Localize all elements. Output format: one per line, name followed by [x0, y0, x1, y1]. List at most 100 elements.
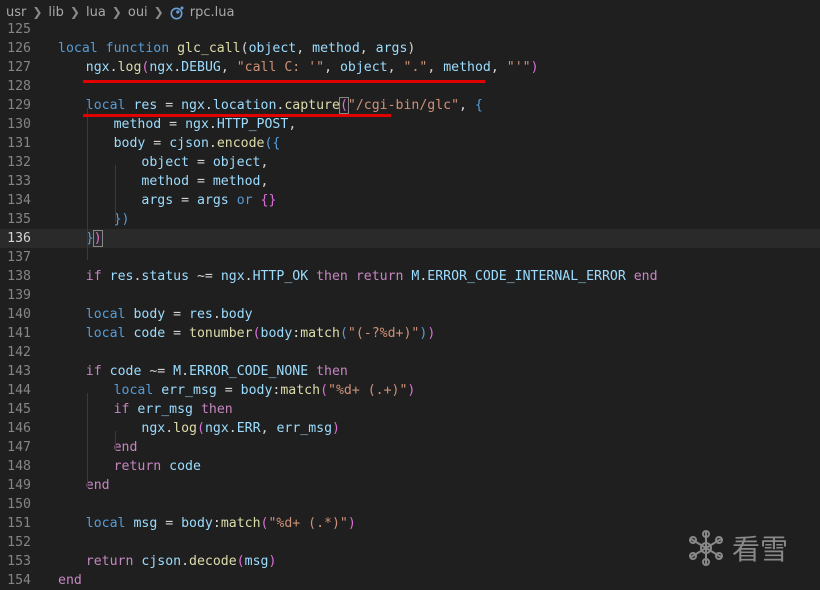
code-token: decode: [189, 554, 237, 569]
indent-guide: [115, 431, 116, 450]
code-line[interactable]: 130 method = ngx.HTTP_POST,: [0, 115, 820, 134]
code-token: (: [252, 326, 261, 341]
code-token: return: [355, 269, 412, 284]
code-line[interactable]: 135}): [0, 210, 820, 229]
code-token: object: [212, 155, 261, 170]
code-token: body: [113, 136, 146, 151]
code-line[interactable]: 150: [0, 495, 820, 514]
line-number: 137: [7, 250, 31, 265]
breadcrumb-segment-usr[interactable]: usr: [6, 5, 26, 20]
breadcrumb-segment-lib[interactable]: lib: [48, 5, 63, 20]
code-token: ,: [288, 117, 297, 132]
line-number: 153: [7, 554, 31, 569]
code-text: object = object,: [141, 153, 268, 172]
code-token: code: [169, 459, 201, 474]
code-line[interactable]: 142: [0, 343, 820, 362]
code-line[interactable]: 136}): [0, 229, 820, 248]
code-token: end: [625, 269, 658, 284]
line-number: 152: [7, 535, 31, 550]
code-token: =: [161, 117, 186, 132]
code-line[interactable]: 146 ngx.log(ngx.ERR, err_msg): [0, 419, 820, 438]
code-line[interactable]: 138 if res.status ~= ngx.HTTP_OK then ret…: [0, 267, 820, 286]
line-number: 142: [7, 345, 31, 360]
code-line[interactable]: 141 local code = tonumber(body:match("(-?…: [0, 324, 820, 343]
code-token: then: [308, 364, 348, 379]
code-token: .: [208, 117, 217, 132]
line-number: 138: [7, 269, 31, 284]
line-number: 148: [7, 459, 31, 474]
code-token: args: [375, 41, 408, 56]
code-text: if err_msg then: [114, 400, 233, 419]
code-text: end: [58, 571, 82, 590]
code-token: match: [300, 326, 340, 341]
line-number: 146: [7, 421, 31, 436]
code-line[interactable]: 147 end: [0, 438, 820, 457]
indent-guide: [87, 393, 88, 488]
code-line[interactable]: 134 args = args or {}: [0, 191, 820, 210]
code-token: ERR: [236, 421, 261, 436]
line-number: 147: [7, 440, 31, 455]
code-token: .: [244, 269, 253, 284]
code-token: ~=: [189, 269, 221, 284]
code-token: (: [338, 97, 349, 114]
code-line[interactable]: 143 if code ~= M.ERROR_CODE_NONE then: [0, 362, 820, 381]
code-token: .: [212, 307, 221, 322]
code-line[interactable]: 144 local err_msg = body:match("%d+ (.+)"…: [0, 381, 820, 400]
code-token: or: [236, 193, 253, 208]
code-line[interactable]: 140 local body = res.body: [0, 305, 820, 324]
code-token: ngx: [141, 421, 166, 436]
code-line[interactable]: 145 if err_msg then: [0, 400, 820, 419]
code-token: res: [133, 98, 158, 113]
code-line[interactable]: 131 body = cjson.encode({: [0, 134, 820, 153]
code-line[interactable]: 148 return code: [0, 457, 820, 476]
code-token: args: [196, 193, 229, 208]
code-token: return: [113, 459, 170, 474]
code-line[interactable]: 137: [0, 248, 820, 267]
code-token: =: [157, 516, 182, 531]
lua-file-icon: [170, 6, 184, 20]
breadcrumb-segment-lua[interactable]: lua: [86, 5, 106, 20]
line-number: 149: [7, 478, 31, 493]
code-text: end: [114, 438, 138, 457]
code-token: encode: [216, 136, 265, 151]
code-token: ,: [427, 60, 444, 75]
code-token: (: [236, 554, 245, 569]
code-token: object: [248, 41, 297, 56]
code-token: end: [58, 573, 82, 588]
code-token: .: [181, 364, 190, 379]
code-line[interactable]: 149 end: [0, 476, 820, 495]
code-line[interactable]: 132 object = object,: [0, 153, 820, 172]
code-line[interactable]: 127 ngx.log(ngx.DEBUG, "call C: '", objec…: [0, 58, 820, 77]
code-token: HTTP_OK: [252, 269, 309, 284]
code-token: code: [109, 364, 142, 379]
code-text: local msg = body:match("%d+ (.*)"): [86, 514, 356, 533]
code-token: (: [197, 421, 205, 436]
code-token: =: [165, 307, 190, 322]
code-token: msg: [133, 516, 158, 531]
code-line[interactable]: 133 method = method,: [0, 172, 820, 191]
code-line[interactable]: 125: [0, 20, 820, 39]
code-token: ERROR_CODE_INTERNAL_ERROR: [427, 269, 626, 284]
code-token: ,: [220, 60, 237, 75]
line-number: 154: [7, 573, 31, 588]
watermark: 看雪: [686, 528, 788, 568]
code-token: ): [347, 516, 356, 531]
code-line[interactable]: 154 end: [0, 571, 820, 590]
code-token: err_msg: [276, 421, 333, 436]
code-token: status: [141, 269, 190, 284]
code-line[interactable]: 139: [0, 286, 820, 305]
breadcrumb-file[interactable]: rpc.lua: [190, 5, 235, 20]
code-line[interactable]: 129 local res = ngx.location.capture("/cg…: [0, 96, 820, 115]
line-number: 133: [7, 174, 31, 189]
line-number: 128: [7, 79, 31, 94]
code-text: if res.status ~= ngx.HTTP_OK then return…: [86, 267, 658, 286]
code-token: ): [268, 554, 277, 569]
breadcrumb-segment-oui[interactable]: oui: [128, 5, 148, 20]
code-token: {: [474, 98, 483, 113]
line-number: 136: [7, 231, 31, 246]
chevron-right-icon: ❯: [32, 5, 43, 19]
code-editor[interactable]: 154 end 153 return cjson.decode(msg) 152 151 l…: [0, 22, 820, 590]
code-line[interactable]: 126 local function glc_call(object, metho…: [0, 39, 820, 58]
code-token: method: [113, 117, 162, 132]
